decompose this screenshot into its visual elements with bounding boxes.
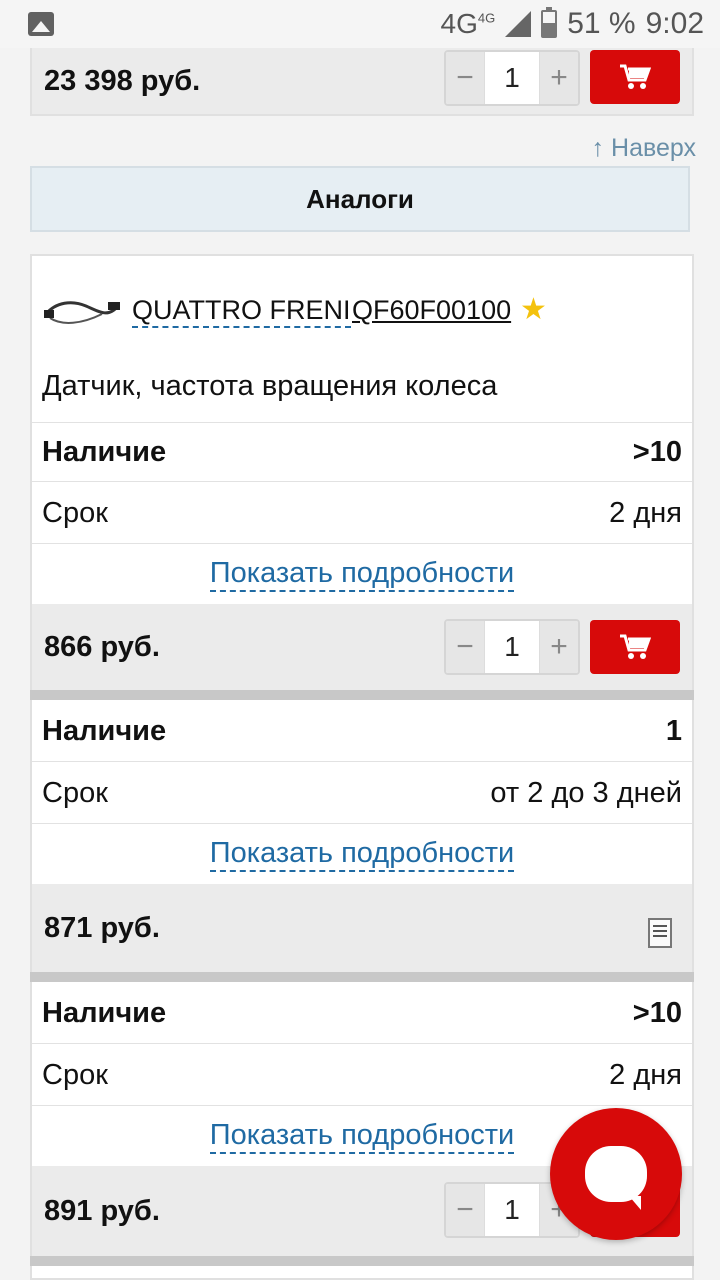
show-details-link[interactable]: Показать подробности [32,824,692,884]
quantity-stepper[interactable]: − 1 + [444,619,580,675]
chat-bubble-icon [585,1146,647,1210]
gallery-icon [28,12,54,36]
product-thumbnail [44,301,120,324]
price: 871 руб. [44,911,160,944]
quantity-stepper[interactable]: − 1 + [444,50,580,106]
network-indicator: 4G4G [440,8,496,39]
top-price-row: 23 398 руб. − 1 + [30,48,694,116]
availability-row: Наличие >10 [32,422,692,482]
battery-level: 51 % [567,7,636,40]
brand-link[interactable]: QUATTRO FRENI [132,294,351,328]
term-row: Срок 2 дня [32,1046,692,1106]
quantity-value[interactable]: 1 [484,621,540,673]
price-row: 866 руб. − 1 + [32,604,692,690]
show-details-link[interactable]: Показать подробности [32,544,692,604]
add-to-cart-button[interactable] [590,50,680,104]
status-bar: 4G4G 51 % 9:02 [0,0,720,48]
price: 23 398 руб. [44,64,201,97]
availability-row: Наличие >10 [32,984,692,1044]
price: 891 руб. [44,1194,160,1227]
article-link[interactable]: QF60F00100 [352,294,511,326]
quantity-value[interactable]: 1 [484,52,540,104]
increase-button[interactable]: + [540,621,578,673]
cart-icon [620,64,651,89]
price: 866 руб. [44,630,160,663]
offer-separator [30,972,694,982]
back-to-top-link[interactable]: ↑ Наверх [592,134,696,163]
chat-button[interactable] [550,1108,682,1240]
term-row: Срок от 2 до 3 дней [32,764,692,824]
clock: 9:02 [645,7,704,40]
availability-row: Наличие 1 [32,702,692,762]
price-row: 871 руб. [32,884,692,972]
analogs-header: Аналоги [30,166,690,232]
add-to-cart-button[interactable] [590,620,680,674]
star-icon[interactable]: ★ [520,292,547,327]
offer-separator [30,690,694,700]
quantity-value[interactable]: 1 [484,1184,540,1236]
part-name: Датчик, частота вращения колеса [42,370,498,402]
signal-icon [505,11,532,37]
decrease-button[interactable]: − [446,52,484,104]
decrease-button[interactable]: − [446,621,484,673]
document-icon[interactable] [648,918,672,948]
battery-icon [541,7,558,38]
increase-button[interactable]: + [540,52,578,104]
cart-icon [620,634,651,659]
decrease-button[interactable]: − [446,1184,484,1236]
term-row: Срок 2 дня [32,484,692,544]
offer-separator [30,1256,694,1266]
